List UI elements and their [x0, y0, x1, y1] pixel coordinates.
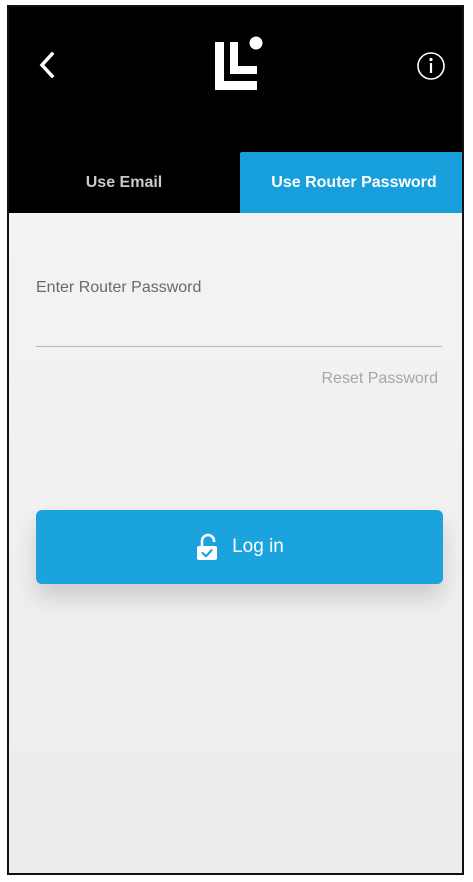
tab-use-email[interactable]: Use Email: [9, 152, 239, 213]
tab-use-router-password[interactable]: Use Router Password: [240, 152, 462, 213]
chevron-left-icon: [39, 52, 55, 78]
app-header: Use Email Use Router Password: [9, 7, 462, 213]
reset-password-link[interactable]: Reset Password: [322, 370, 439, 388]
back-button[interactable]: [31, 45, 63, 85]
linksys-logo-icon: [215, 36, 263, 90]
info-icon[interactable]: [416, 51, 446, 81]
login-form: Enter Router Password Reset Password Log…: [9, 213, 462, 873]
unlocked-padlock-icon: [197, 533, 218, 560]
password-field-label: Enter Router Password: [36, 279, 202, 296]
router-password-input[interactable]: [36, 307, 442, 347]
login-button-label: Log in: [232, 536, 284, 557]
phone-screen: Use Email Use Router Password Enter Rout…: [7, 5, 464, 875]
login-button[interactable]: Log in: [36, 510, 443, 584]
